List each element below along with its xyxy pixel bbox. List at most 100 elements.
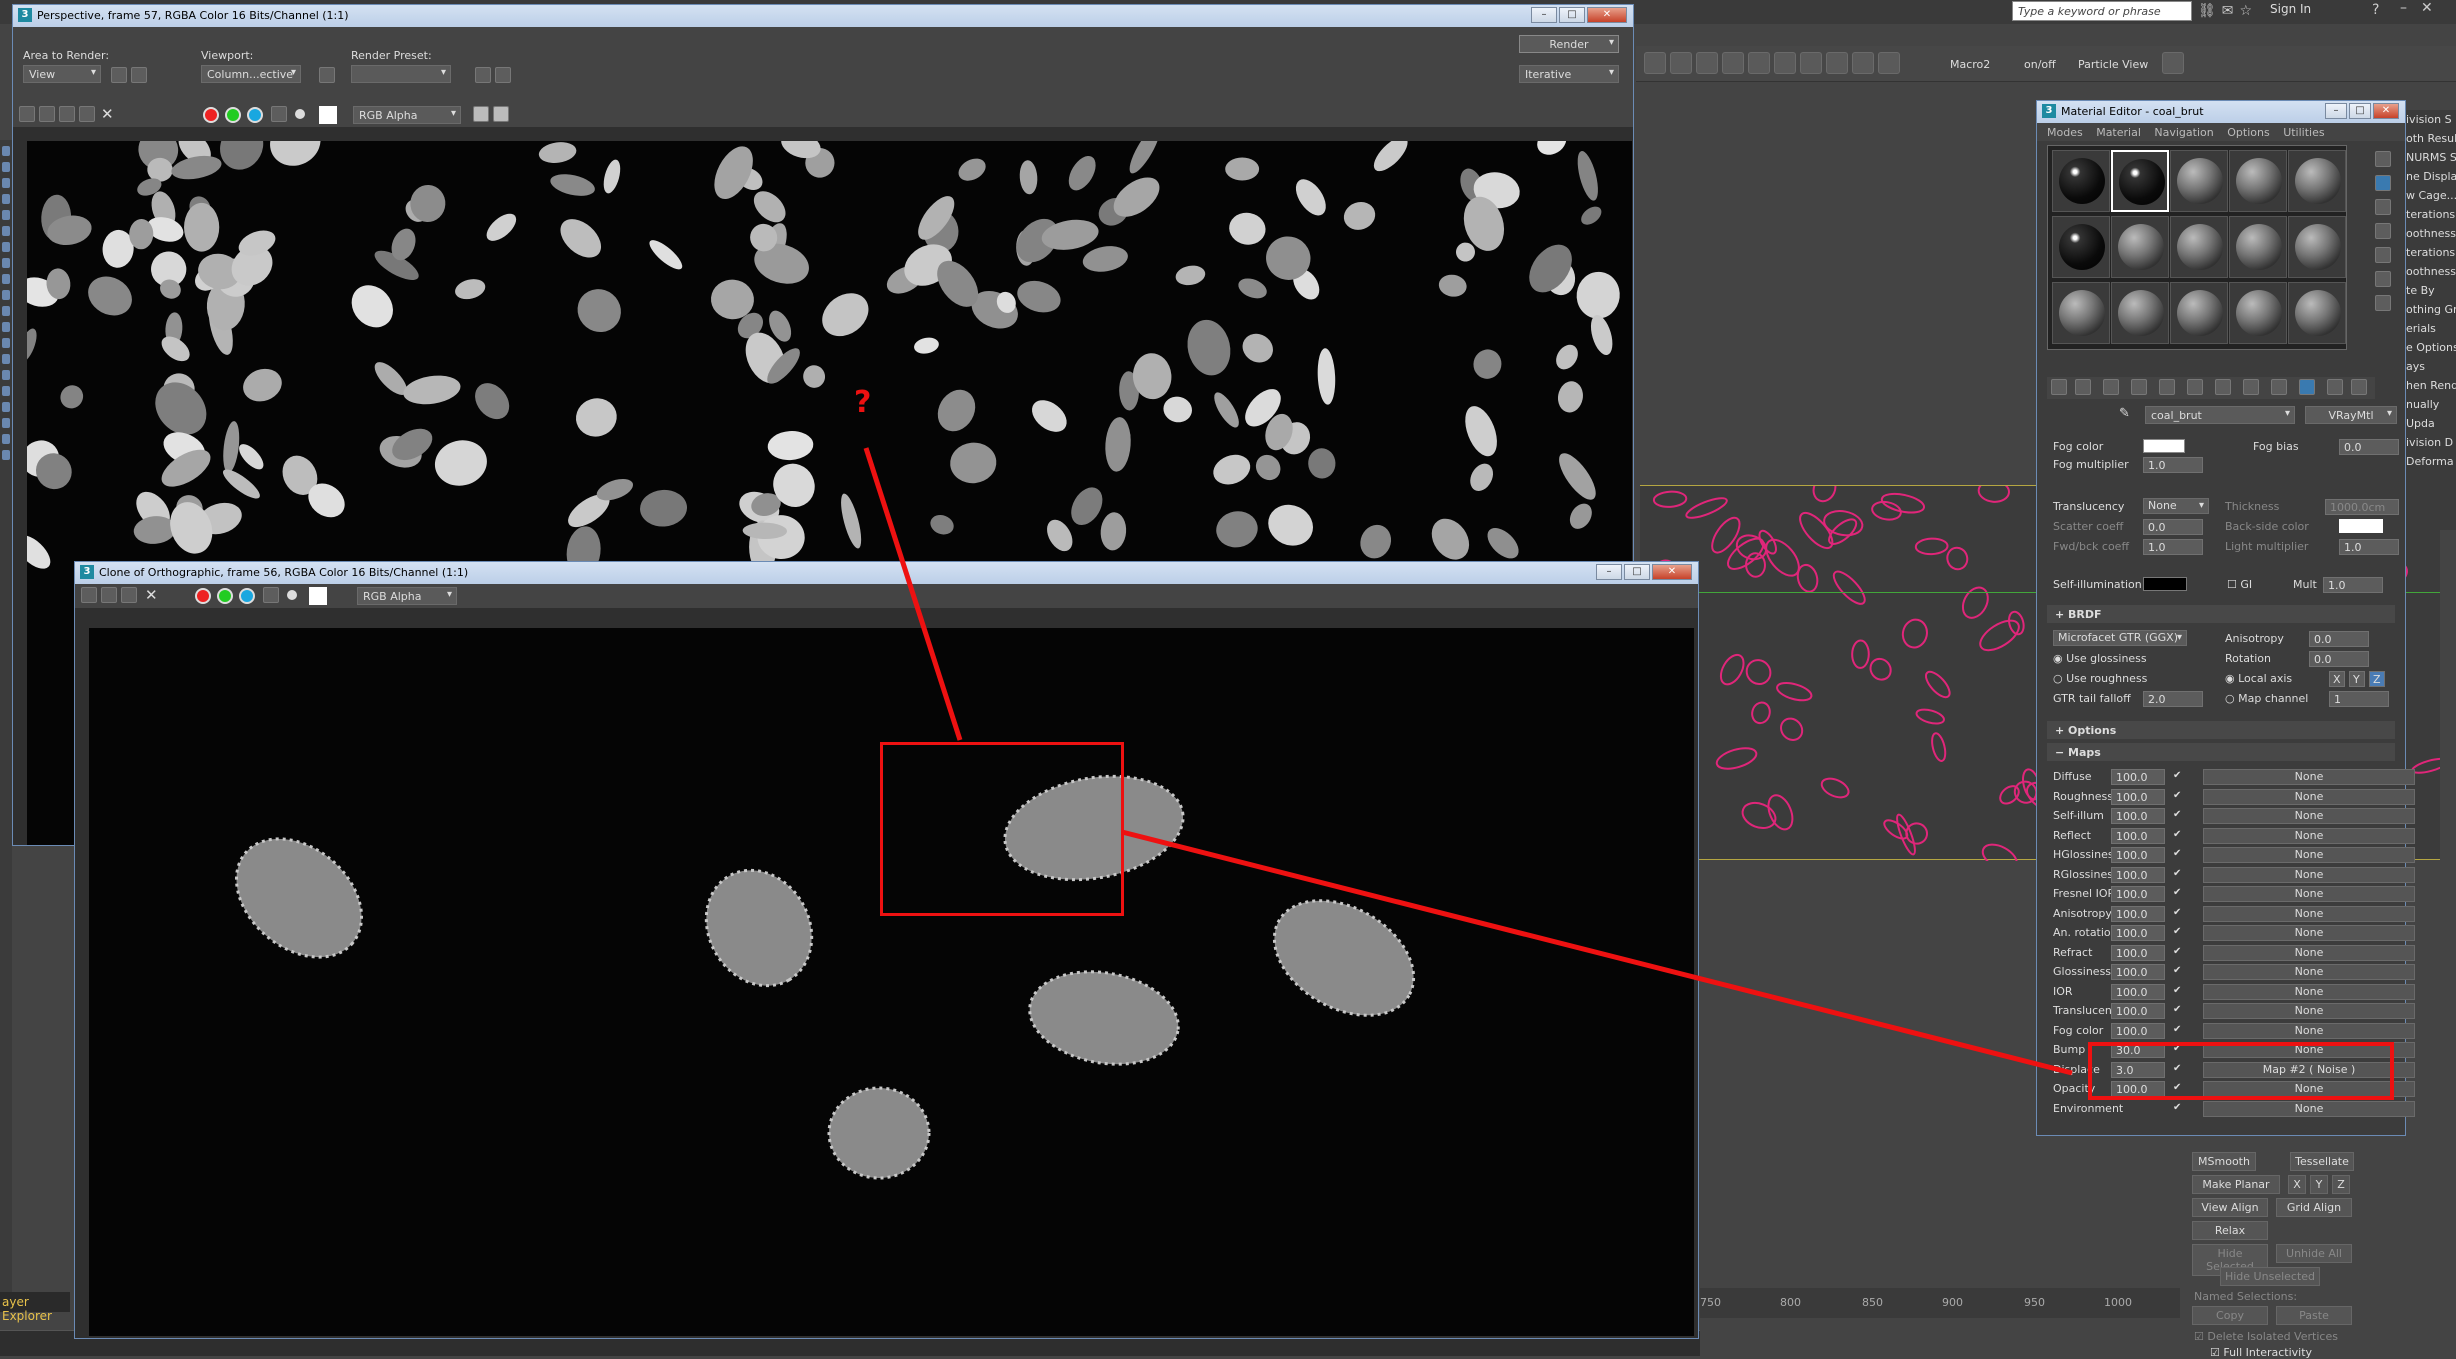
paste-button[interactable]: Paste bbox=[2276, 1306, 2352, 1325]
map-amount-spinner[interactable]: 100.0 bbox=[2111, 847, 2165, 863]
green-channel-icon[interactable] bbox=[225, 107, 241, 123]
copy-button[interactable]: Copy bbox=[2192, 1306, 2268, 1325]
axis-x-button[interactable]: X bbox=[2329, 671, 2345, 687]
tool-icon[interactable] bbox=[2, 402, 10, 412]
get-material-icon[interactable] bbox=[2051, 379, 2067, 395]
menu-navigation[interactable]: Navigation bbox=[2154, 126, 2213, 139]
material-slot[interactable] bbox=[2052, 282, 2110, 344]
map-slot-button[interactable]: None bbox=[2203, 964, 2415, 980]
make-copy-icon[interactable] bbox=[2159, 379, 2175, 395]
map-slot-button[interactable]: None bbox=[2203, 1100, 2415, 1117]
material-slot[interactable] bbox=[2229, 216, 2287, 278]
map-enable-checkbox[interactable]: ✔ bbox=[2173, 868, 2183, 879]
map-enable-checkbox[interactable]: ✔ bbox=[2173, 927, 2183, 937]
timeline-ruler[interactable]: 750 800 850 900 950 1000 bbox=[1700, 1288, 2230, 1318]
backlight-icon[interactable] bbox=[2375, 175, 2391, 191]
put-material-icon[interactable] bbox=[2075, 379, 2091, 395]
map-amount-spinner[interactable]: 100.0 bbox=[2111, 769, 2165, 785]
map-slot-button[interactable]: None bbox=[2203, 944, 2415, 961]
close-button[interactable]: ✕ bbox=[2373, 103, 2399, 119]
material-slot[interactable] bbox=[2111, 282, 2169, 344]
mult-spinner[interactable]: 1.0 bbox=[2323, 577, 2383, 593]
maximize-button[interactable]: □ bbox=[2349, 103, 2371, 119]
map-enable-checkbox[interactable]: ✔ bbox=[2173, 888, 2183, 898]
light-bulb-icon[interactable] bbox=[1878, 52, 1900, 74]
use-glossiness-radio[interactable]: ◉ Use glossiness bbox=[2053, 652, 2147, 665]
fog-color-swatch[interactable] bbox=[2143, 439, 2185, 453]
self-illum-swatch[interactable] bbox=[2143, 577, 2187, 591]
make-planar-button[interactable]: Make Planar bbox=[2192, 1175, 2280, 1194]
tool-icon[interactable] bbox=[2, 338, 10, 348]
map-enable-checkbox[interactable]: ✔ bbox=[2173, 1063, 2183, 1074]
toolbar-icon-4[interactable] bbox=[1722, 52, 1744, 74]
map-enable-checkbox[interactable]: ✔ bbox=[2173, 985, 2183, 996]
material-slot[interactable] bbox=[2288, 282, 2346, 344]
material-slot[interactable] bbox=[2111, 150, 2169, 212]
red-channel-icon[interactable] bbox=[195, 588, 211, 604]
toolbar-icon-6[interactable] bbox=[1774, 52, 1796, 74]
color-swatch[interactable] bbox=[309, 587, 327, 605]
planar-x-button[interactable]: X bbox=[2288, 1175, 2306, 1194]
map-amount-spinner[interactable]: 100.0 bbox=[2111, 788, 2165, 805]
tool-icon[interactable] bbox=[2, 226, 10, 236]
maximize-button[interactable]: □ bbox=[1559, 7, 1585, 23]
channel-select[interactable]: RGB Alpha bbox=[353, 106, 461, 124]
minimize-button[interactable]: – bbox=[1531, 7, 1557, 23]
eyedropper-icon[interactable]: ✎ bbox=[2119, 406, 2130, 421]
map-amount-spinner[interactable]: 100.0 bbox=[2111, 827, 2165, 844]
map-amount-spinner[interactable]: 100.0 bbox=[2111, 1022, 2165, 1039]
map-enable-checkbox[interactable]: ✔ bbox=[2173, 790, 2183, 801]
axis-y-button[interactable]: Y bbox=[2349, 671, 2365, 687]
material-type-button[interactable]: VRayMtl bbox=[2305, 406, 2397, 424]
green-channel-icon[interactable] bbox=[217, 588, 233, 604]
menu-material[interactable]: Material bbox=[2096, 126, 2141, 139]
vfb2-titlebar[interactable]: 3 Clone of Orthographic, frame 56, RGBA … bbox=[75, 562, 1698, 584]
go-sibling-icon[interactable] bbox=[2351, 379, 2367, 395]
vfb1-titlebar[interactable]: 3 Perspective, frame 57, RGBA Color 16 B… bbox=[13, 5, 1633, 27]
menu-utilities[interactable]: Utilities bbox=[2283, 126, 2324, 139]
show-end-result-icon[interactable] bbox=[2299, 379, 2315, 395]
toolbar-icon-9[interactable] bbox=[1852, 52, 1874, 74]
alpha-channel-icon[interactable] bbox=[263, 587, 279, 603]
maps-rollout-header[interactable]: − Maps bbox=[2047, 743, 2395, 761]
tool-icon[interactable] bbox=[2, 370, 10, 380]
fog-bias-spinner[interactable]: 0.0 bbox=[2339, 439, 2399, 455]
viewport-select[interactable]: Column...ective bbox=[201, 65, 301, 83]
material-slot[interactable] bbox=[2111, 216, 2169, 278]
clone-icon[interactable] bbox=[59, 106, 75, 122]
material-slot[interactable] bbox=[2229, 150, 2287, 212]
tool-icon[interactable] bbox=[2, 290, 10, 300]
tessellate-button[interactable]: Tessellate bbox=[2290, 1152, 2354, 1171]
color-swatch[interactable] bbox=[319, 106, 337, 124]
material-editor-titlebar[interactable]: 3 Material Editor - coal_brut – □ ✕ bbox=[2037, 101, 2405, 123]
close-button[interactable]: ✕ bbox=[1652, 564, 1692, 580]
map-slot-button[interactable]: None bbox=[2203, 905, 2415, 922]
material-id-icon[interactable] bbox=[2243, 379, 2259, 395]
map-amount-spinner[interactable]: 100.0 bbox=[2111, 983, 2165, 1000]
crop-icon[interactable] bbox=[131, 67, 147, 83]
scatter-spinner[interactable]: 0.0 bbox=[2143, 519, 2203, 535]
go-parent-icon[interactable] bbox=[2327, 379, 2343, 395]
window-controls[interactable]: –✕ bbox=[2400, 0, 2447, 16]
hide-unselected-button[interactable]: Hide Unselected bbox=[2220, 1267, 2320, 1286]
translucency-select[interactable]: None bbox=[2143, 498, 2209, 514]
put-library-icon[interactable] bbox=[2215, 379, 2231, 395]
map-channel-radio[interactable]: ○ Map channel bbox=[2225, 692, 2308, 705]
planar-z-button[interactable]: Z bbox=[2332, 1175, 2350, 1194]
map-enable-checkbox[interactable]: ✔ bbox=[2173, 966, 2183, 976]
map-amount-spinner[interactable]: 3.0 bbox=[2111, 1061, 2165, 1078]
tool-icon[interactable] bbox=[2, 418, 10, 428]
local-axis-radio[interactable]: ◉ Local axis bbox=[2225, 672, 2292, 685]
sign-in-link[interactable]: Sign In bbox=[2270, 2, 2311, 16]
save-icon[interactable] bbox=[81, 587, 97, 603]
map-slot-button[interactable]: None bbox=[2203, 808, 2415, 824]
tool-icon[interactable] bbox=[2, 434, 10, 444]
map-enable-checkbox[interactable]: ✔ bbox=[2173, 849, 2183, 859]
planar-y-button[interactable]: Y bbox=[2310, 1175, 2328, 1194]
map-amount-spinner[interactable]: 30.0 bbox=[2111, 1042, 2165, 1058]
blue-channel-icon[interactable] bbox=[247, 107, 263, 123]
red-channel-icon[interactable] bbox=[203, 107, 219, 123]
light-multiplier-spinner[interactable]: 1.0 bbox=[2339, 539, 2399, 555]
render-mode-select[interactable]: Iterative bbox=[1519, 65, 1619, 83]
render-preset-select[interactable] bbox=[351, 65, 451, 83]
